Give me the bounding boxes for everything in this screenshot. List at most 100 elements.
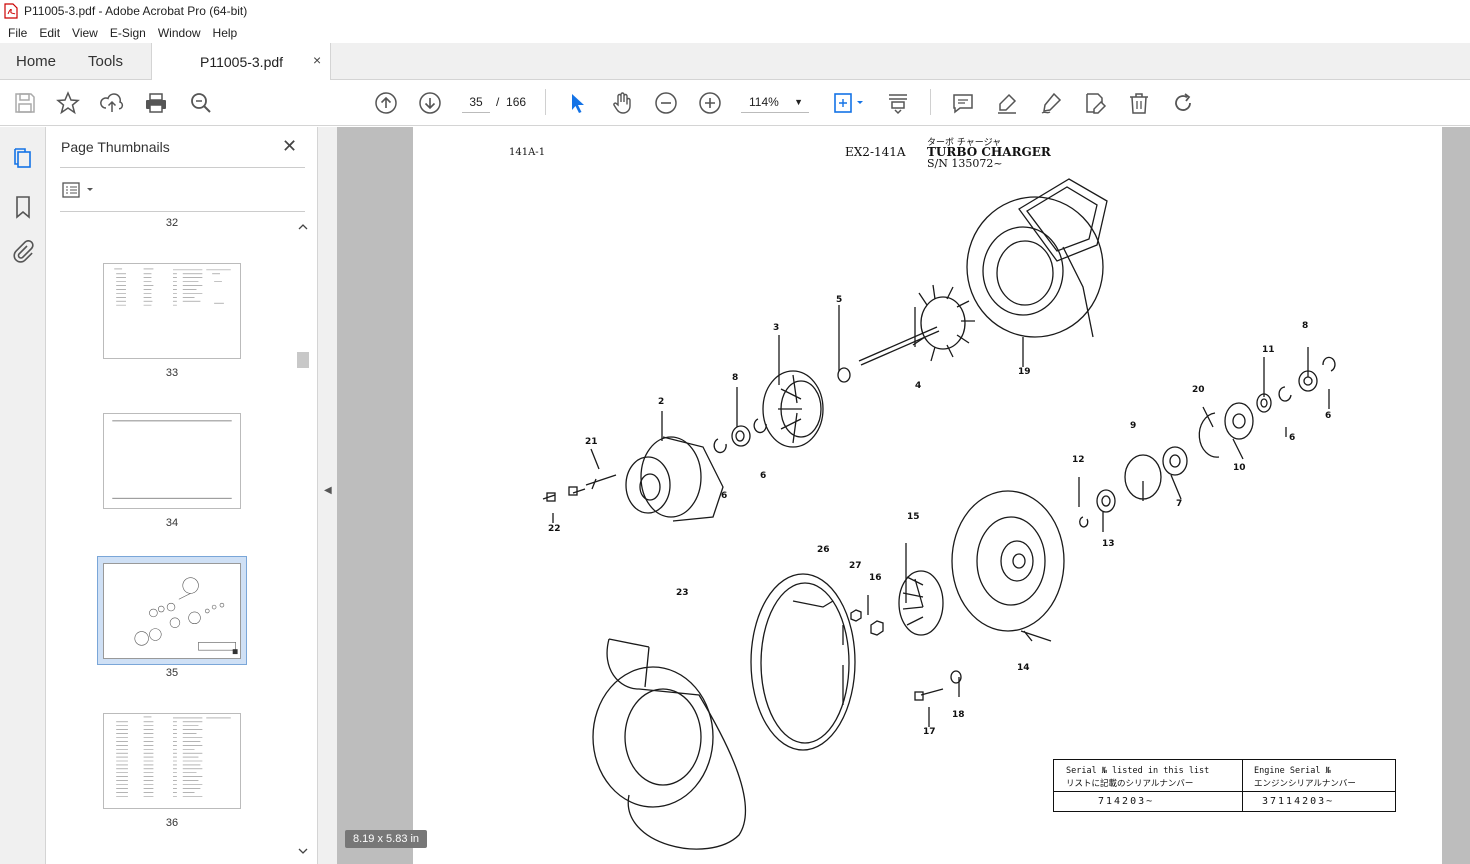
zoom-in-icon[interactable] <box>698 91 722 115</box>
bookmarks-icon[interactable] <box>11 195 35 219</box>
scrollbar-arrows <box>298 224 308 854</box>
scrollbar-thumb[interactable] <box>297 352 309 368</box>
page-header-left: 141A-1 <box>509 147 546 158</box>
serial-left-header-en: Serial № listed in this list <box>1066 766 1210 776</box>
chevron-down-icon: ▼ <box>794 97 803 107</box>
page-preview-image <box>116 716 231 797</box>
part-label: 12 <box>1072 455 1085 465</box>
part-label: 17 <box>923 727 936 737</box>
zoom-select[interactable]: 114% ▼ <box>741 91 809 113</box>
title-bar: P11005-3.pdf - Adobe Acrobat Pro (64-bit… <box>0 0 1470 22</box>
bookmark-star-icon[interactable] <box>56 91 80 115</box>
page-preview-image <box>114 268 231 306</box>
part-label: 4 <box>915 381 922 391</box>
panel-close-button[interactable]: ✕ <box>282 136 297 157</box>
page-preview-image <box>134 577 238 655</box>
serial-left-value: 714203~ <box>1098 796 1155 807</box>
part-label: 6 <box>760 471 767 481</box>
menu-view[interactable]: View <box>66 26 104 40</box>
part-label: 14 <box>1017 663 1030 673</box>
attachments-icon[interactable] <box>11 239 35 264</box>
delete-icon[interactable] <box>1127 91 1151 115</box>
thumbnail-label: 33 <box>165 367 179 379</box>
sign-icon[interactable] <box>1039 91 1063 115</box>
menu-esign[interactable]: E-Sign <box>104 26 152 40</box>
save-icon[interactable] <box>13 91 37 115</box>
serial-right-header-en: Engine Serial № <box>1254 766 1331 776</box>
tab-document[interactable]: P11005-3.pdf × <box>151 43 331 80</box>
divider <box>60 167 305 168</box>
fit-page-icon[interactable] <box>832 91 866 115</box>
page-number-input[interactable]: 35 <box>462 91 490 113</box>
part-label: 10 <box>1233 463 1246 473</box>
tab-home[interactable]: Home <box>16 53 56 70</box>
menu-file[interactable]: File <box>0 26 33 40</box>
print-icon[interactable] <box>144 91 168 115</box>
tab-bar: Home Tools P11005-3.pdf × <box>0 43 1470 80</box>
panel-scrollbar[interactable] <box>296 219 310 859</box>
menu-edit[interactable]: Edit <box>33 26 66 40</box>
prev-page-icon[interactable] <box>374 91 398 115</box>
highlight-icon[interactable] <box>995 91 1019 115</box>
part-label: 9 <box>1130 421 1137 431</box>
tab-close-button[interactable]: × <box>313 52 321 68</box>
scroll-mode-icon[interactable] <box>886 91 910 115</box>
part-label: 20 <box>1192 385 1205 395</box>
share-upload-icon[interactable] <box>100 91 124 115</box>
panel-collapse-handle[interactable]: ◀ <box>318 127 337 864</box>
part-label: 11 <box>1262 345 1275 355</box>
part-label: 2 <box>658 397 665 407</box>
divider <box>60 211 305 212</box>
hand-icon[interactable] <box>610 91 634 115</box>
part-label: 16 <box>869 573 882 583</box>
part-label: 8 <box>1302 321 1309 331</box>
page-size-tooltip: 8.19 x 5.83 in <box>345 830 428 848</box>
part-label: 27 <box>849 561 862 571</box>
part-label: 3 <box>773 323 780 333</box>
part-label: 23 <box>676 588 689 598</box>
rotate-icon[interactable] <box>1171 91 1195 115</box>
window-title: P11005-3.pdf - Adobe Acrobat Pro (64-bit… <box>24 4 248 18</box>
next-page-icon[interactable] <box>418 91 442 115</box>
part-label: 15 <box>907 512 920 522</box>
table-divider <box>1242 760 1243 812</box>
menu-bar: File Edit View E-Sign Window Help <box>0 22 1470 43</box>
thumbnail-page-36[interactable] <box>103 713 241 809</box>
page-thumbnails-icon[interactable] <box>11 147 35 171</box>
serial-right-value: 37114203~ <box>1262 796 1335 807</box>
thumbnail-page-34[interactable] <box>103 413 241 509</box>
thumbnail-page-35[interactable] <box>103 563 241 659</box>
part-label: 13 <box>1102 539 1115 549</box>
total-pages: 166 <box>506 95 527 109</box>
thumbnail-label: 34 <box>165 517 179 529</box>
list-options-icon <box>62 182 93 198</box>
collapse-left-icon: ◀ <box>324 485 332 496</box>
thumbnail-page-33[interactable] <box>103 263 241 359</box>
menu-window[interactable]: Window <box>152 26 207 40</box>
thumbnail-label: 35 <box>165 667 179 679</box>
comment-icon[interactable] <box>951 91 975 115</box>
left-rail <box>0 127 46 864</box>
page-count: / 166 <box>496 95 526 109</box>
document-viewport[interactable]: 141A-1 EX2-141A ターボ チャージャ TURBO CHARGER … <box>337 127 1470 864</box>
select-cursor-icon[interactable] <box>566 91 590 115</box>
tab-tools[interactable]: Tools <box>88 53 123 70</box>
page-separator: / <box>496 95 500 109</box>
part-label: 26 <box>817 545 830 555</box>
page-header-serial: S/N 135072~ <box>927 157 1003 170</box>
acrobat-pdf-icon <box>4 3 18 19</box>
edit-pdf-icon[interactable] <box>1083 91 1107 115</box>
part-label: 22 <box>548 524 561 534</box>
serial-right-header-jp: エンジンシリアルナンバー <box>1254 779 1356 789</box>
find-zoom-icon[interactable] <box>189 91 213 115</box>
table-divider <box>1054 791 1396 792</box>
part-label: 6 <box>1289 433 1296 443</box>
thumbnail-label: 32 <box>165 217 179 229</box>
toolbar <box>0 80 1470 126</box>
zoom-out-icon[interactable] <box>654 91 678 115</box>
serial-left-header-jp: リストに記載のシリアルナンバー <box>1066 779 1194 789</box>
part-label: 18 <box>952 710 965 720</box>
thumbnail-options-button[interactable] <box>62 182 98 198</box>
menu-help[interactable]: Help <box>207 26 244 40</box>
serial-number-table: Serial № listed in this list リストに記載のシリアル… <box>1053 759 1396 812</box>
